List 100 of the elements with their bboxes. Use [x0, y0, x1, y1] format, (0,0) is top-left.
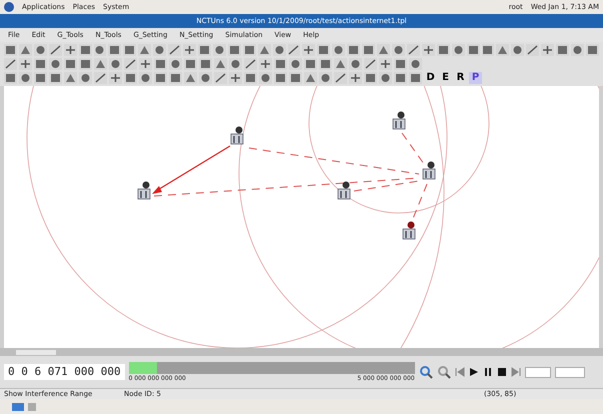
- node-icon[interactable]: [338, 182, 350, 200]
- tool-button[interactable]: [377, 44, 390, 56]
- tool-button[interactable]: [108, 44, 122, 56]
- tool-button[interactable]: [138, 44, 152, 56]
- tool-button[interactable]: [409, 58, 422, 70]
- tool-button[interactable]: [184, 58, 197, 70]
- tool-button[interactable]: [139, 58, 152, 70]
- tool-button[interactable]: [229, 72, 242, 84]
- tool-button[interactable]: [422, 44, 435, 56]
- tool-button[interactable]: [304, 58, 317, 70]
- tool-button[interactable]: [409, 72, 422, 84]
- tool-button[interactable]: [379, 58, 392, 70]
- desktop-icon[interactable]: [12, 402, 24, 410]
- tool-button[interactable]: [244, 58, 257, 70]
- forward-icon[interactable]: [510, 367, 521, 377]
- tool-button[interactable]: [64, 72, 77, 84]
- tool-button[interactable]: [168, 44, 182, 56]
- tool-button[interactable]: [319, 58, 332, 70]
- zoom-icon[interactable]: [436, 365, 451, 379]
- rewind-icon[interactable]: [454, 367, 465, 377]
- tool-button[interactable]: [526, 44, 540, 56]
- tool-button[interactable]: [466, 44, 480, 56]
- tool-button[interactable]: [334, 58, 347, 70]
- tool-button[interactable]: [436, 44, 450, 56]
- node-icon[interactable]: [422, 162, 436, 180]
- tool-button[interactable]: [289, 72, 302, 84]
- tool-button[interactable]: [406, 44, 420, 56]
- tool-button[interactable]: [34, 44, 47, 56]
- mode-button[interactable]: P: [469, 72, 482, 84]
- tool-button[interactable]: [586, 44, 599, 56]
- tool-button[interactable]: [49, 72, 62, 84]
- play-icon[interactable]: [468, 367, 479, 377]
- tool-button[interactable]: [229, 58, 242, 70]
- tool-button[interactable]: [304, 72, 317, 84]
- tool-button[interactable]: [4, 44, 17, 56]
- tool-button[interactable]: [19, 58, 32, 70]
- tool-button[interactable]: [242, 44, 256, 56]
- rate-field[interactable]: [554, 366, 585, 378]
- tool-button[interactable]: [184, 72, 197, 84]
- tool-button[interactable]: [49, 58, 62, 70]
- tool-button[interactable]: [199, 72, 212, 84]
- node-icon[interactable]: [230, 126, 244, 144]
- tool-button[interactable]: [379, 72, 392, 84]
- tool-button[interactable]: [94, 58, 107, 70]
- tool-button[interactable]: [94, 44, 106, 56]
- tool-button[interactable]: [48, 44, 62, 56]
- tool-button[interactable]: [317, 44, 330, 56]
- tool-button[interactable]: [123, 44, 136, 56]
- tool-button[interactable]: [394, 72, 407, 84]
- tool-button[interactable]: [169, 58, 182, 70]
- tool-button[interactable]: [258, 44, 271, 56]
- tool-button[interactable]: [214, 58, 227, 70]
- tool-button[interactable]: [332, 44, 346, 56]
- pause-icon[interactable]: [482, 367, 493, 377]
- zoom-icon[interactable]: [418, 365, 433, 379]
- tool-button[interactable]: [64, 44, 77, 56]
- tool-button[interactable]: [362, 44, 376, 56]
- tool-button[interactable]: [364, 58, 377, 70]
- tool-button[interactable]: [302, 44, 316, 56]
- tool-button[interactable]: [349, 58, 362, 70]
- tool-button[interactable]: [334, 72, 347, 84]
- tool-button[interactable]: [19, 72, 32, 84]
- speed-field[interactable]: [524, 366, 551, 378]
- tool-button[interactable]: [541, 44, 554, 56]
- tool-button[interactable]: [64, 58, 77, 70]
- tool-button[interactable]: [153, 44, 166, 56]
- tool-button[interactable]: [109, 72, 122, 84]
- tool-button[interactable]: [34, 58, 47, 70]
- tool-button[interactable]: [364, 72, 377, 84]
- tool-button[interactable]: [289, 58, 302, 70]
- timeline-track[interactable]: [128, 362, 415, 374]
- tool-button[interactable]: [79, 72, 92, 84]
- tool-button[interactable]: [288, 44, 300, 56]
- tool-button[interactable]: [154, 58, 167, 70]
- stop-icon[interactable]: [496, 367, 507, 377]
- tool-button[interactable]: [94, 72, 107, 84]
- tool-button[interactable]: [274, 72, 287, 84]
- tool-button[interactable]: [452, 44, 465, 56]
- tool-button[interactable]: [4, 58, 17, 70]
- node-icon[interactable]: [392, 112, 406, 130]
- tool-button[interactable]: [482, 44, 494, 56]
- node-icon[interactable]: [402, 222, 416, 240]
- tool-button[interactable]: [274, 58, 287, 70]
- tool-button[interactable]: [259, 58, 272, 70]
- tool-button[interactable]: [272, 44, 286, 56]
- tool-button[interactable]: [18, 44, 32, 56]
- tool-button[interactable]: [511, 44, 524, 56]
- tool-button[interactable]: [78, 44, 92, 56]
- tool-button[interactable]: [154, 72, 167, 84]
- tool-button[interactable]: [556, 44, 570, 56]
- tool-button[interactable]: [139, 72, 152, 84]
- tool-button[interactable]: [169, 72, 182, 84]
- tool-button[interactable]: [228, 44, 241, 56]
- tool-button[interactable]: [347, 44, 360, 56]
- tool-button[interactable]: [109, 58, 122, 70]
- tool-button[interactable]: [392, 44, 405, 56]
- tool-button[interactable]: [4, 72, 17, 84]
- tool-button[interactable]: [349, 72, 362, 84]
- tool-button[interactable]: [571, 44, 584, 56]
- tool-button[interactable]: [259, 72, 272, 84]
